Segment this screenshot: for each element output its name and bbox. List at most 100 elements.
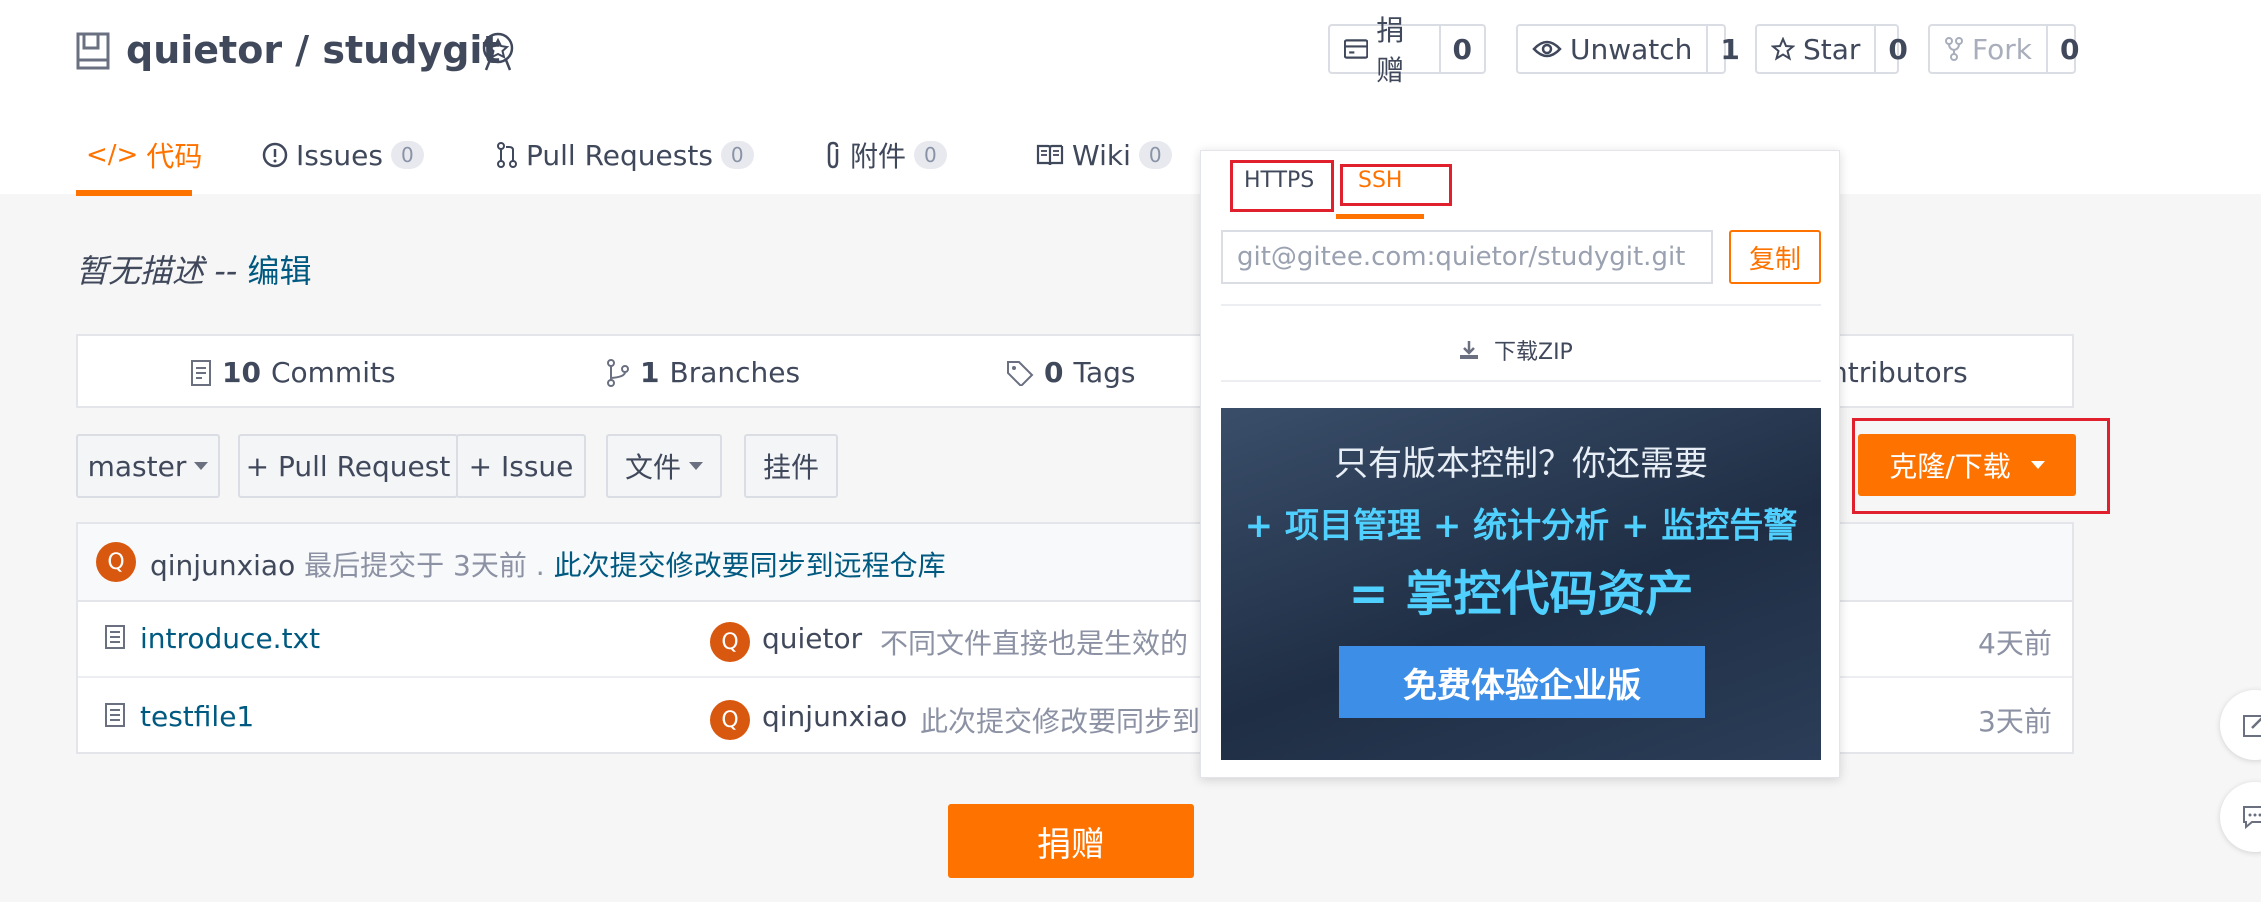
tab-attachments[interactable]: 附件 0 [824,138,947,173]
donate-header-label: 捐赠 [1376,14,1405,87]
unwatch-button[interactable]: Unwatch 1 [1516,24,1740,74]
wallet-icon [1344,39,1369,59]
star-button[interactable]: Star 0 [1755,24,1908,74]
edit-float-button[interactable] [2220,690,2261,760]
branches-stat[interactable]: 1 Branches [606,356,800,389]
file-menu-button[interactable]: 文件 [606,434,722,498]
avatar[interactable]: Q [710,700,750,740]
code-icon: </> [86,140,139,170]
highlight-box [1852,418,2110,514]
repo-title[interactable]: quietor / studygit [126,28,501,72]
branch-icon [607,358,629,387]
commits-stat[interactable]: 10 Commits [190,356,396,389]
tab-issues-count: 0 [391,141,424,169]
paperclip-icon [827,141,839,169]
clone-url-field[interactable]: git@gitee.com:quietor/studygit.git [1221,230,1713,284]
widget-button[interactable]: 挂件 [744,434,838,498]
file-commit-message[interactable]: 此次提交修改要同步到 [920,700,1200,740]
branch-select-label: master [87,449,187,483]
description-separator: -- [214,252,238,290]
repo-icon [76,32,110,70]
star-count[interactable]: 0 [1874,26,1919,72]
description-text: 暂无描述 [76,252,205,290]
eye-icon [1532,40,1562,58]
chat-icon [2243,806,2261,830]
tab-attachments-label: 附件 [850,140,907,173]
last-commit-info: qinjunxiao 最后提交于 3天前 . 此次提交修改要同步到远程仓库 [150,544,946,584]
chevron-down-icon [194,462,209,470]
last-commit-author[interactable]: qinjunxiao [150,549,295,582]
divider [1221,380,1821,382]
fork-icon [1945,37,1963,61]
branches-label: Branches [669,356,801,389]
star-label: Star [1803,32,1861,66]
file-name-link[interactable]: testfile1 [140,700,254,733]
new-issue-button[interactable]: + Issue [456,434,586,498]
highlight-box [1230,160,1334,212]
gvp-badge-icon[interactable] [478,30,518,72]
contributors-stat[interactable]: ntributors [1830,356,1968,389]
fork-label: Fork [1972,32,2032,66]
pull-request-icon [497,142,517,168]
tab-wiki-label: Wiki [1072,138,1131,172]
fork-button[interactable]: Fork 0 [1928,24,2079,74]
edit-description-link[interactable]: 编辑 [247,252,311,290]
chevron-down-icon [689,462,703,470]
file-name-link[interactable]: introduce.txt [140,622,320,655]
tab-attachments-count: 0 [914,141,947,169]
divider [1221,304,1821,306]
tab-code[interactable]: </> 代码 [86,138,203,173]
tab-pull-requests-label: Pull Requests [526,138,713,172]
ad-slogan: = 掌控代码资产 [1348,566,1694,622]
tags-stat[interactable]: 0 Tags [1006,356,1135,389]
download-icon [1460,341,1478,359]
donate-count[interactable]: 0 [1438,26,1484,72]
tags-label: Tags [1073,356,1136,389]
tab-wiki-count: 0 [1138,141,1172,169]
file-commit-time: 3天前 [1978,705,2052,738]
new-pull-request-button[interactable]: + Pull Request [238,434,458,498]
last-commit-message[interactable]: 此次提交修改要同步到远程仓库 [554,549,946,582]
feedback-float-button[interactable] [2220,782,2261,852]
avatar[interactable]: Q [710,622,750,662]
file-commit-author[interactable]: qinjunxiao [762,700,907,733]
donate-button[interactable]: 捐赠 [948,804,1194,878]
repo-description: 暂无描述 -- 编辑 [76,246,311,292]
file-menu-label: 文件 [624,451,681,484]
ad-features: + 项目管理 + 统计分析 + 监控告警 [1244,506,1798,546]
file-commit-author[interactable]: quietor [762,622,862,655]
commits-icon [191,359,211,386]
fork-count[interactable]: 0 [2045,26,2091,72]
widget-label: 挂件 [762,451,819,484]
tab-wiki[interactable]: Wiki 0 [1036,138,1172,172]
tab-code-label: 代码 [146,140,203,173]
file-icon [105,625,125,649]
file-icon [105,703,125,727]
last-commit-separator: . [535,549,545,582]
commits-label: Commits [270,356,396,389]
file-commit-message[interactable]: 不同文件直接也是生效的 [880,622,1188,662]
edit-icon [2243,715,2261,737]
tab-pull-requests[interactable]: Pull Requests 0 [496,138,754,172]
contributors-label: ntributors [1830,356,1968,389]
branch-select[interactable]: master [76,434,220,498]
new-pull-request-label: + Pull Request [245,449,451,483]
donate-header-button[interactable]: 捐赠 0 [1328,14,1486,87]
file-commit-time: 4天前 [1978,627,2052,660]
commits-count: 10 [222,356,261,389]
issue-icon [262,142,288,168]
copy-button[interactable]: 复制 [1729,230,1821,284]
download-zip-link[interactable]: 下载ZIP [1458,334,1573,366]
tab-issues[interactable]: Issues 0 [262,138,424,172]
ad-trial-button[interactable]: 免费体验企业版 [1339,646,1705,718]
enterprise-ad-banner[interactable]: 只有版本控制？你还需要 + 项目管理 + 统计分析 + 监控告警 = 掌控代码资… [1221,408,1821,760]
last-commit-prefix: 最后提交于 [304,549,445,582]
star-icon [1771,37,1795,61]
avatar[interactable]: Q [96,542,136,582]
watch-count[interactable]: 1 [1706,26,1751,72]
ad-headline: 只有版本控制？你还需要 [1334,444,1708,484]
active-tab-indicator [76,190,192,196]
tags-count: 0 [1044,356,1064,389]
active-tab-indicator [1336,214,1424,219]
book-icon [1036,144,1064,166]
